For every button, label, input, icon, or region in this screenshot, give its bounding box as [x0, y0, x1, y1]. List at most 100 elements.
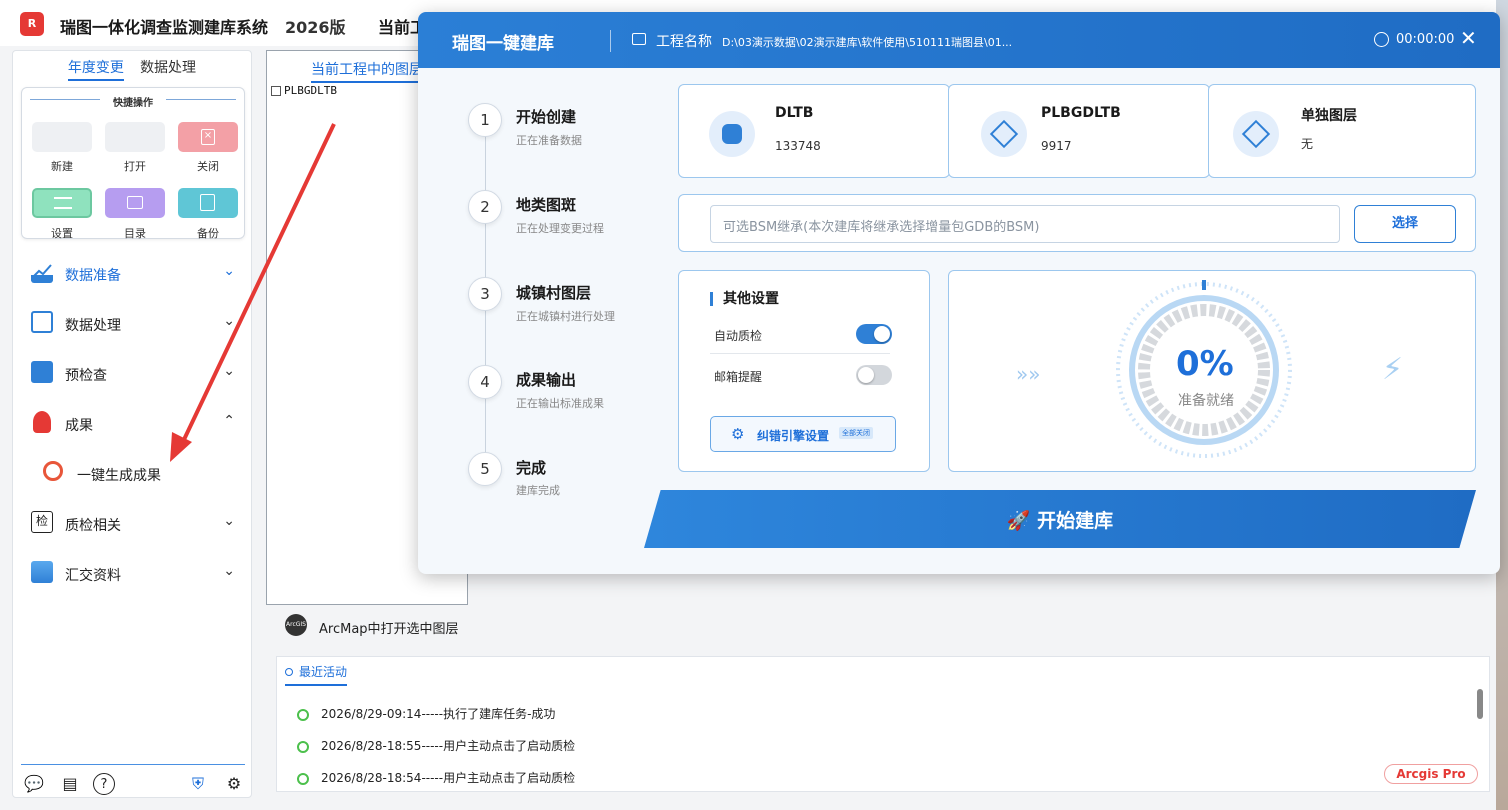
layer-item[interactable]: PLBGDLTB	[271, 84, 337, 97]
recent-activity-title: 最近活动	[299, 665, 348, 679]
activity-scrollbar[interactable]	[1477, 689, 1483, 719]
start-build-button[interactable]: 🚀 开始建库	[644, 490, 1476, 548]
menu-one-click-results-label: 一键生成成果	[77, 468, 161, 484]
header-divider	[610, 30, 611, 52]
step-4-subtitle: 正在输出标准成果	[516, 397, 604, 410]
settings-icon[interactable]: ⚙	[223, 773, 245, 795]
shield-icon[interactable]: ⛨	[187, 773, 209, 795]
progress-status: 准备就绪	[1178, 393, 1234, 409]
log-icon[interactable]: ▤	[59, 773, 81, 795]
menu-quality-inspection[interactable]: 检 质检相关 ⌄	[29, 509, 239, 539]
menu-results-label: 成果	[65, 418, 93, 434]
sidebar-footer-divider	[21, 764, 245, 765]
project-path: D:\03演示数据\02演示建库\软件使用\510111瑞图县\01...	[722, 36, 1013, 49]
close-icon[interactable]: ✕	[1460, 26, 1477, 50]
submit-icon	[31, 561, 53, 583]
target-icon	[43, 461, 63, 481]
elapsed-timer: 00:00:00	[1396, 32, 1455, 47]
chevrons-right-icon: »»	[1016, 362, 1041, 386]
app-version: 2026版	[285, 18, 346, 37]
close-file-icon: ×	[201, 129, 215, 145]
folder-icon	[632, 33, 646, 45]
stat-card-standalone-layers: 单独图层 无	[1208, 84, 1476, 178]
step-2-subtitle: 正在处理变更过程	[516, 222, 604, 235]
arcgis-pro-badge[interactable]: Arcgis Pro	[1384, 764, 1478, 784]
step-4-title: 成果输出	[516, 371, 577, 389]
auto-qc-toggle[interactable]	[856, 324, 892, 344]
activity-item: 2026/8/28-18:54-----用户主动点击了启动质检	[297, 769, 575, 786]
trophy-icon	[33, 411, 51, 433]
quick-ops-title: 快捷操作	[113, 98, 153, 109]
start-build-label: 🚀 开始建库	[644, 506, 1476, 533]
stat-card-plbgdltb: PLBGDLTB 9917	[948, 84, 1210, 178]
recent-activity-tab[interactable]: 最近活动	[285, 663, 348, 686]
lightning-icon: ⚡	[1382, 352, 1404, 387]
menu-submission-label: 汇交资料	[65, 568, 121, 584]
chart-icon	[31, 261, 53, 283]
layer-checkbox[interactable]	[271, 86, 281, 96]
email-reminder-toggle[interactable]	[856, 365, 892, 385]
help-icon[interactable]: ?	[93, 773, 115, 795]
new-button[interactable]	[32, 122, 92, 152]
toggle-knob	[874, 326, 890, 342]
close-label: 关闭	[197, 160, 219, 173]
settings-button[interactable]	[32, 188, 92, 218]
activity-item: 2026/8/29-09:14-----执行了建库任务-成功	[297, 705, 555, 722]
arcmap-open-label: ArcMap中打开选中图层	[319, 622, 459, 637]
correction-engine-label: 纠错引擎设置	[757, 429, 830, 443]
close-button[interactable]: ×	[178, 122, 238, 152]
chevron-down-icon: ⌄	[223, 263, 235, 279]
inspect-icon: 检	[31, 511, 53, 533]
settings-label: 设置	[51, 227, 73, 240]
chevron-down-icon: ⌄	[223, 363, 235, 379]
stat-plbgdltb-value: 9917	[1041, 139, 1072, 153]
toggle-knob	[858, 367, 874, 383]
backup-label: 备份	[197, 227, 219, 240]
wechat-icon[interactable]: 💬	[23, 773, 45, 795]
activity-text: 2026/8/28-18:54-----用户主动点击了启动质检	[321, 771, 576, 785]
activity-item: 2026/8/28-18:55-----用户主动点击了启动质检	[297, 737, 575, 754]
backup-button[interactable]	[178, 188, 238, 218]
tab-annual-change[interactable]: 年度变更	[67, 57, 124, 81]
menu-one-click-results[interactable]: 一键生成成果	[41, 459, 251, 489]
arcgis-icon: ArcGIS	[285, 614, 307, 636]
directory-button[interactable]	[105, 188, 165, 218]
rocket-icon: 🚀	[1006, 510, 1038, 532]
menu-precheck[interactable]: 预检查 ⌄	[29, 359, 239, 389]
chevron-down-icon: ⌄	[223, 563, 235, 579]
menu-data-processing[interactable]: 数据处理 ⌄	[29, 309, 239, 339]
clock-icon	[1374, 32, 1389, 47]
status-ok-icon	[297, 708, 309, 721]
menu-data-prep[interactable]: 数据准备 ⌄	[29, 259, 239, 289]
gear-icon: ⚙	[731, 425, 745, 443]
database-icon	[709, 111, 755, 157]
sidebar-tabs: 年度变更 数据处理	[13, 57, 251, 81]
layers-icon	[1233, 111, 1279, 157]
recent-activity-panel: 最近活动 2026/8/29-09:14-----执行了建库任务-成功 2026…	[276, 656, 1490, 792]
new-label: 新建	[51, 160, 73, 173]
sliders-icon	[54, 197, 72, 209]
menu-results[interactable]: 成果 ⌃	[29, 409, 239, 439]
stat-plbgdltb-name: PLBGDLTB	[1041, 105, 1121, 121]
step-2-circle: 2	[468, 190, 502, 224]
folder-icon	[127, 196, 143, 209]
step-5-title: 完成	[516, 459, 547, 477]
step-3-subtitle: 正在城镇村进行处理	[516, 310, 615, 323]
tab-data-processing[interactable]: 数据处理	[140, 57, 196, 79]
status-ok-icon	[297, 772, 309, 785]
activity-text: 2026/8/29-09:14-----执行了建库任务-成功	[321, 707, 556, 721]
correction-engine-settings-button[interactable]: ⚙ 纠错引擎设置 全部关闭	[710, 416, 896, 452]
process-icon	[31, 311, 53, 333]
engine-status-tag: 全部关闭	[839, 427, 873, 439]
menu-submission[interactable]: 汇交资料 ⌄	[29, 559, 239, 589]
layer-panel-tab[interactable]: 当前工程中的图层	[311, 59, 423, 83]
activity-text: 2026/8/28-18:55-----用户主动点击了启动质检	[321, 739, 576, 753]
quick-ops-panel: 快捷操作 新建 打开 × 关闭 设置 目录 备份	[21, 87, 245, 240]
stat-dltb-name: DLTB	[775, 105, 814, 121]
bsm-inherit-input[interactable]: 可选BSM继承(本次建库将继承选择增量包GDB的BSM)	[710, 205, 1340, 243]
chevron-up-icon: ⌃	[223, 413, 235, 429]
open-button[interactable]	[105, 122, 165, 152]
select-button[interactable]: 选择	[1354, 205, 1456, 243]
chevron-down-icon: ⌄	[223, 313, 235, 329]
menu-data-prep-label: 数据准备	[65, 268, 121, 284]
